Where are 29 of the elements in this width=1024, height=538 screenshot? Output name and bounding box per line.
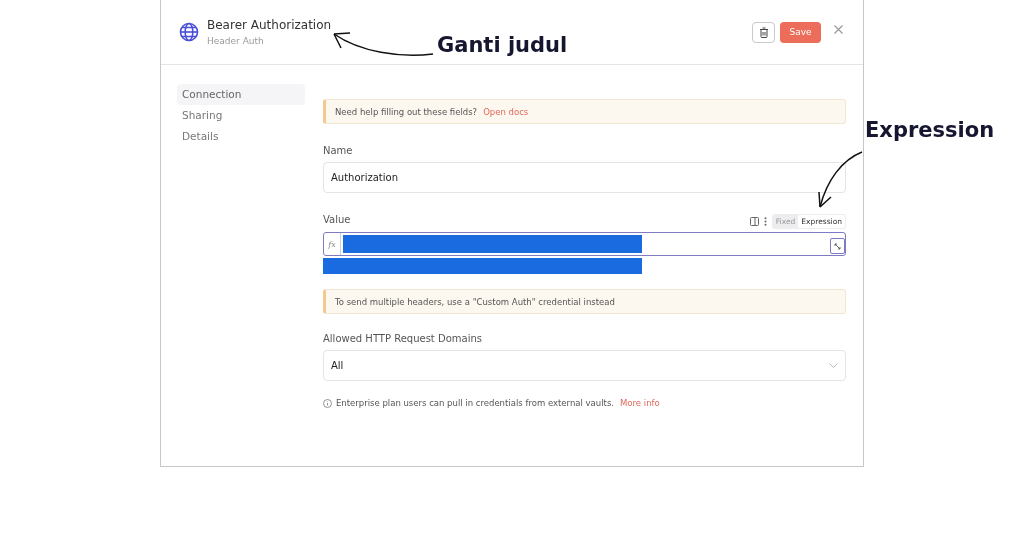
sidebar-item[interactable]: Details xyxy=(177,126,305,147)
globe-icon xyxy=(179,22,199,42)
dialog-title: Bearer Authorization xyxy=(207,18,332,32)
more-icon[interactable] xyxy=(763,216,767,226)
annotation-text: Ganti judul xyxy=(437,33,568,57)
info-icon xyxy=(323,398,332,408)
field-label: Value xyxy=(323,214,351,227)
docs-link[interactable]: Open docs xyxy=(483,106,529,117)
field-label: Name xyxy=(323,145,354,158)
more-info-link[interactable]: More info xyxy=(620,398,660,408)
annotation-arrow xyxy=(817,150,863,210)
hint-text: To send multiple headers, use a "Custom Auth" credential instead xyxy=(335,296,615,307)
panel-icon[interactable] xyxy=(749,216,759,226)
name-field[interactable]: Authorization xyxy=(323,162,846,193)
chevron-down-icon xyxy=(829,362,838,369)
annotation-text: Expression xyxy=(865,118,995,142)
domains-select[interactable]: All xyxy=(323,350,846,381)
save-button[interactable]: Save xyxy=(780,21,821,43)
close-icon[interactable] xyxy=(834,24,843,34)
delete-button[interactable] xyxy=(752,21,775,43)
sidebar-item[interactable]: Sharing xyxy=(177,105,305,126)
sidebar-item[interactable]: Connection xyxy=(177,84,305,105)
field-label: Allowed HTTP Request Domains xyxy=(323,333,483,346)
expand-icon[interactable] xyxy=(834,242,841,250)
expression-field[interactable]: fx xyxy=(323,232,846,256)
info-text: Enterprise plan users can pull in credentials from external vaults. xyxy=(336,398,614,408)
trash-icon xyxy=(758,26,769,38)
help-text: Need help filling out these fields? xyxy=(335,106,478,117)
dialog-subtitle: Header Auth xyxy=(207,36,264,46)
